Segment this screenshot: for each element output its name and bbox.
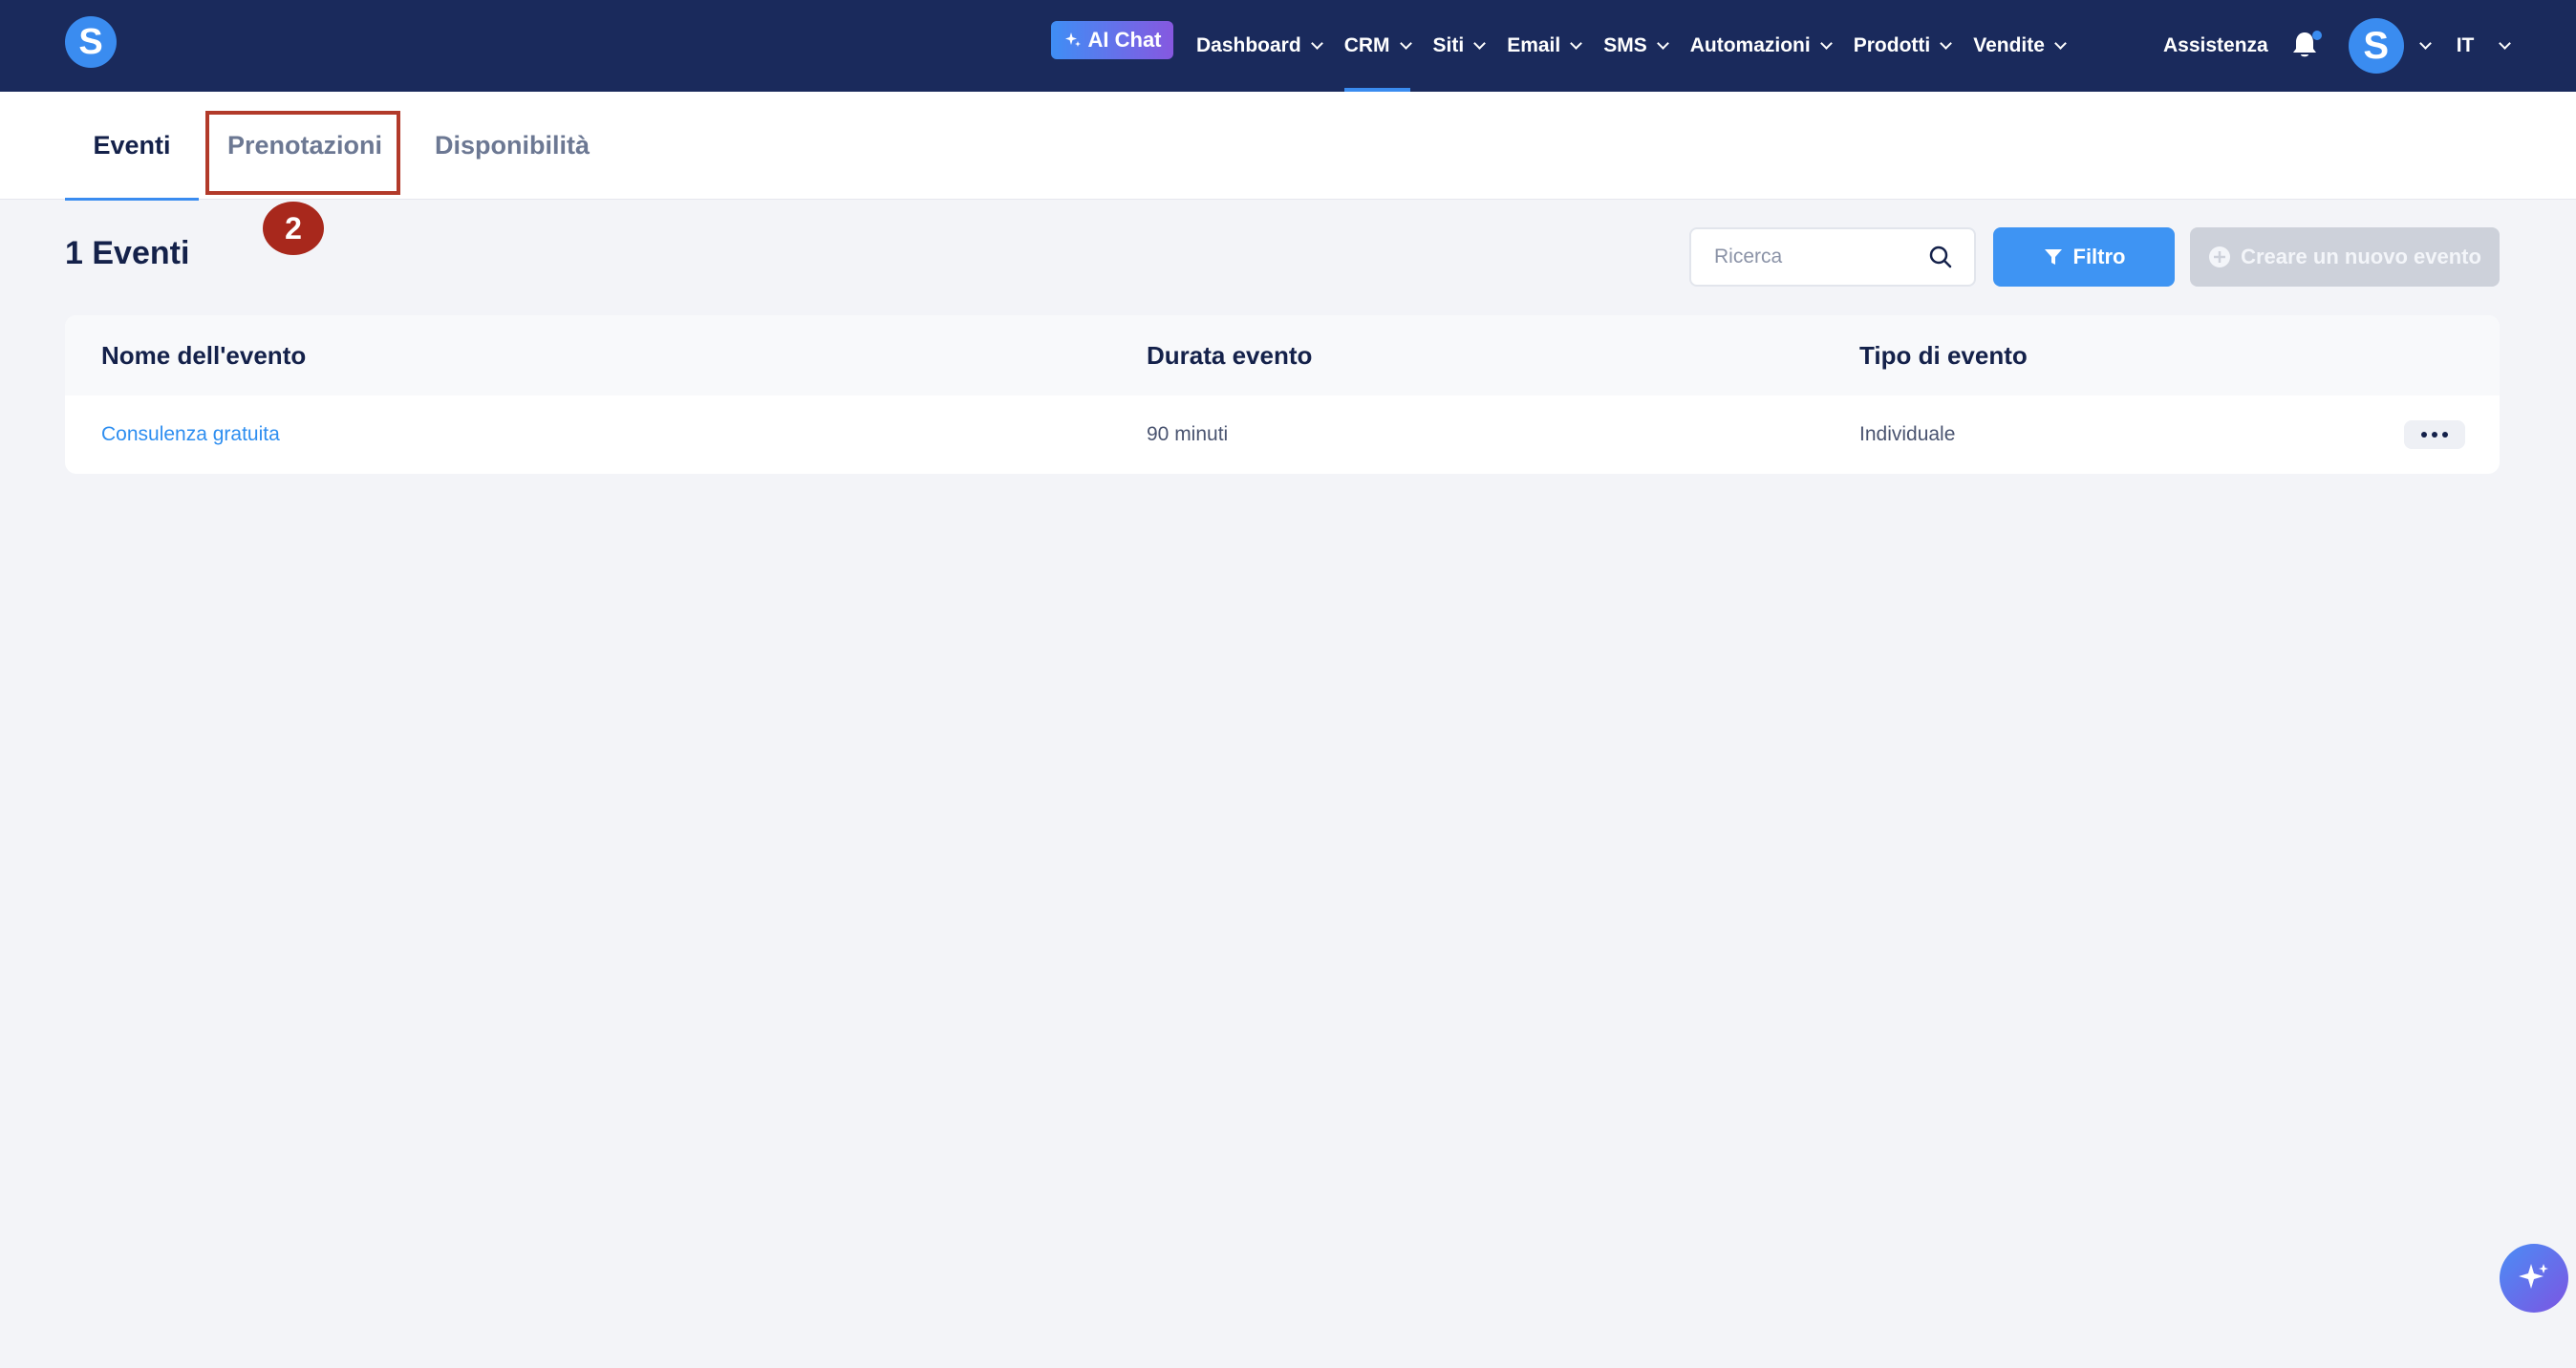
filter-label: Filtro: [2072, 245, 2126, 268]
tab-label: Prenotazioni: [227, 131, 383, 160]
column-header-duration: Durata evento: [1147, 340, 1313, 370]
ai-chat-label: AI Chat: [1087, 28, 1162, 52]
nav-automazioni[interactable]: Automazioni: [1690, 0, 1854, 92]
create-event-button[interactable]: Creare un nuovo evento: [2190, 227, 2500, 287]
table-row: Consulenza gratuita 90 minuti Individual…: [65, 395, 2500, 474]
nav-siti[interactable]: Siti: [1433, 0, 1508, 92]
nav-item-label: CRM: [1343, 34, 1390, 56]
sparkle-icon: [2519, 1264, 2548, 1289]
nav-item-label: Vendite: [1973, 34, 2045, 56]
nav-item-label: SMS: [1603, 34, 1647, 56]
search-input[interactable]: [1691, 229, 1921, 285]
help-link[interactable]: Assistenza: [2163, 34, 2268, 57]
nav-vendite[interactable]: Vendite: [1973, 0, 2088, 92]
search-icon[interactable]: [1928, 245, 1953, 269]
nav-prodotti[interactable]: Prodotti: [1854, 0, 1973, 92]
tab-eventi[interactable]: Eventi: [65, 92, 199, 201]
nav-email[interactable]: Email: [1507, 0, 1603, 92]
nav-crm[interactable]: CRM: [1343, 0, 1433, 92]
plus-circle-icon: [2209, 246, 2231, 267]
filter-icon: [2044, 249, 2062, 265]
ai-assistant-fab[interactable]: [2500, 1244, 2568, 1313]
search-box: [1689, 227, 1976, 287]
row-actions-button[interactable]: [2404, 420, 2465, 449]
app-logo[interactable]: S: [65, 16, 117, 68]
more-dots-icon: [2421, 432, 2427, 438]
step-badge: 2: [263, 202, 324, 255]
sparkle-icon: [1064, 32, 1081, 47]
notifications-button[interactable]: [2291, 31, 2322, 61]
filter-button[interactable]: Filtro: [1993, 227, 2175, 287]
column-header-type: Tipo di evento: [1859, 340, 2028, 370]
ai-chat-button[interactable]: AI Chat: [1051, 21, 1173, 59]
nav-item-label: Email: [1507, 34, 1561, 56]
event-type: Individuale: [1859, 423, 1956, 445]
create-event-label: Creare un nuovo evento: [2241, 245, 2481, 268]
nav-item-label: Prodotti: [1853, 34, 1931, 56]
chevron-down-icon: [1399, 36, 1412, 50]
chevron-down-icon: [1570, 36, 1583, 50]
language-selector[interactable]: IT: [2457, 34, 2475, 57]
main-nav: Dashboard CRM Siti Email SMS Automazioni…: [1196, 0, 2088, 92]
notification-dot: [2311, 31, 2322, 40]
tab-label: Eventi: [93, 131, 171, 160]
chevron-down-icon: [1940, 36, 1953, 50]
chevron-down-icon: [1310, 36, 1323, 50]
page-title: 1 Eventi: [65, 235, 190, 271]
more-dots-icon: [2442, 432, 2448, 438]
tab-disponibilita[interactable]: Disponibilità: [435, 92, 590, 200]
topbar-right: Assistenza S IT: [2163, 0, 2512, 92]
event-duration: 90 minuti: [1147, 423, 1229, 445]
top-navbar: S AI Chat Dashboard CRM Siti Email SMS A…: [0, 0, 2576, 92]
more-dots-icon: [2432, 432, 2437, 438]
nav-item-label: Automazioni: [1689, 34, 1811, 56]
nav-item-label: Dashboard: [1196, 34, 1301, 56]
chevron-down-icon: [1656, 36, 1669, 50]
nav-sms[interactable]: SMS: [1603, 0, 1690, 92]
tab-label: Disponibilità: [435, 131, 590, 160]
chevron-down-icon[interactable]: [2418, 36, 2432, 50]
tab-prenotazioni[interactable]: Prenotazioni: [227, 92, 382, 200]
nav-dashboard[interactable]: Dashboard: [1196, 0, 1344, 92]
column-header-name: Nome dell'evento: [101, 340, 307, 370]
event-name-link[interactable]: Consulenza gratuita: [101, 395, 280, 474]
table-header: Nome dell'evento Durata evento Tipo di e…: [65, 315, 2500, 395]
events-table: Nome dell'evento Durata evento Tipo di e…: [65, 315, 2500, 474]
tab-bar: Eventi Prenotazioni Disponibilità: [0, 92, 2576, 201]
avatar[interactable]: S: [2348, 18, 2404, 74]
chevron-down-icon: [1473, 36, 1487, 50]
chevron-down-icon: [1819, 36, 1833, 50]
chevron-down-icon[interactable]: [2499, 36, 2512, 50]
chevron-down-icon: [2054, 36, 2067, 50]
nav-item-label: Siti: [1432, 34, 1465, 56]
